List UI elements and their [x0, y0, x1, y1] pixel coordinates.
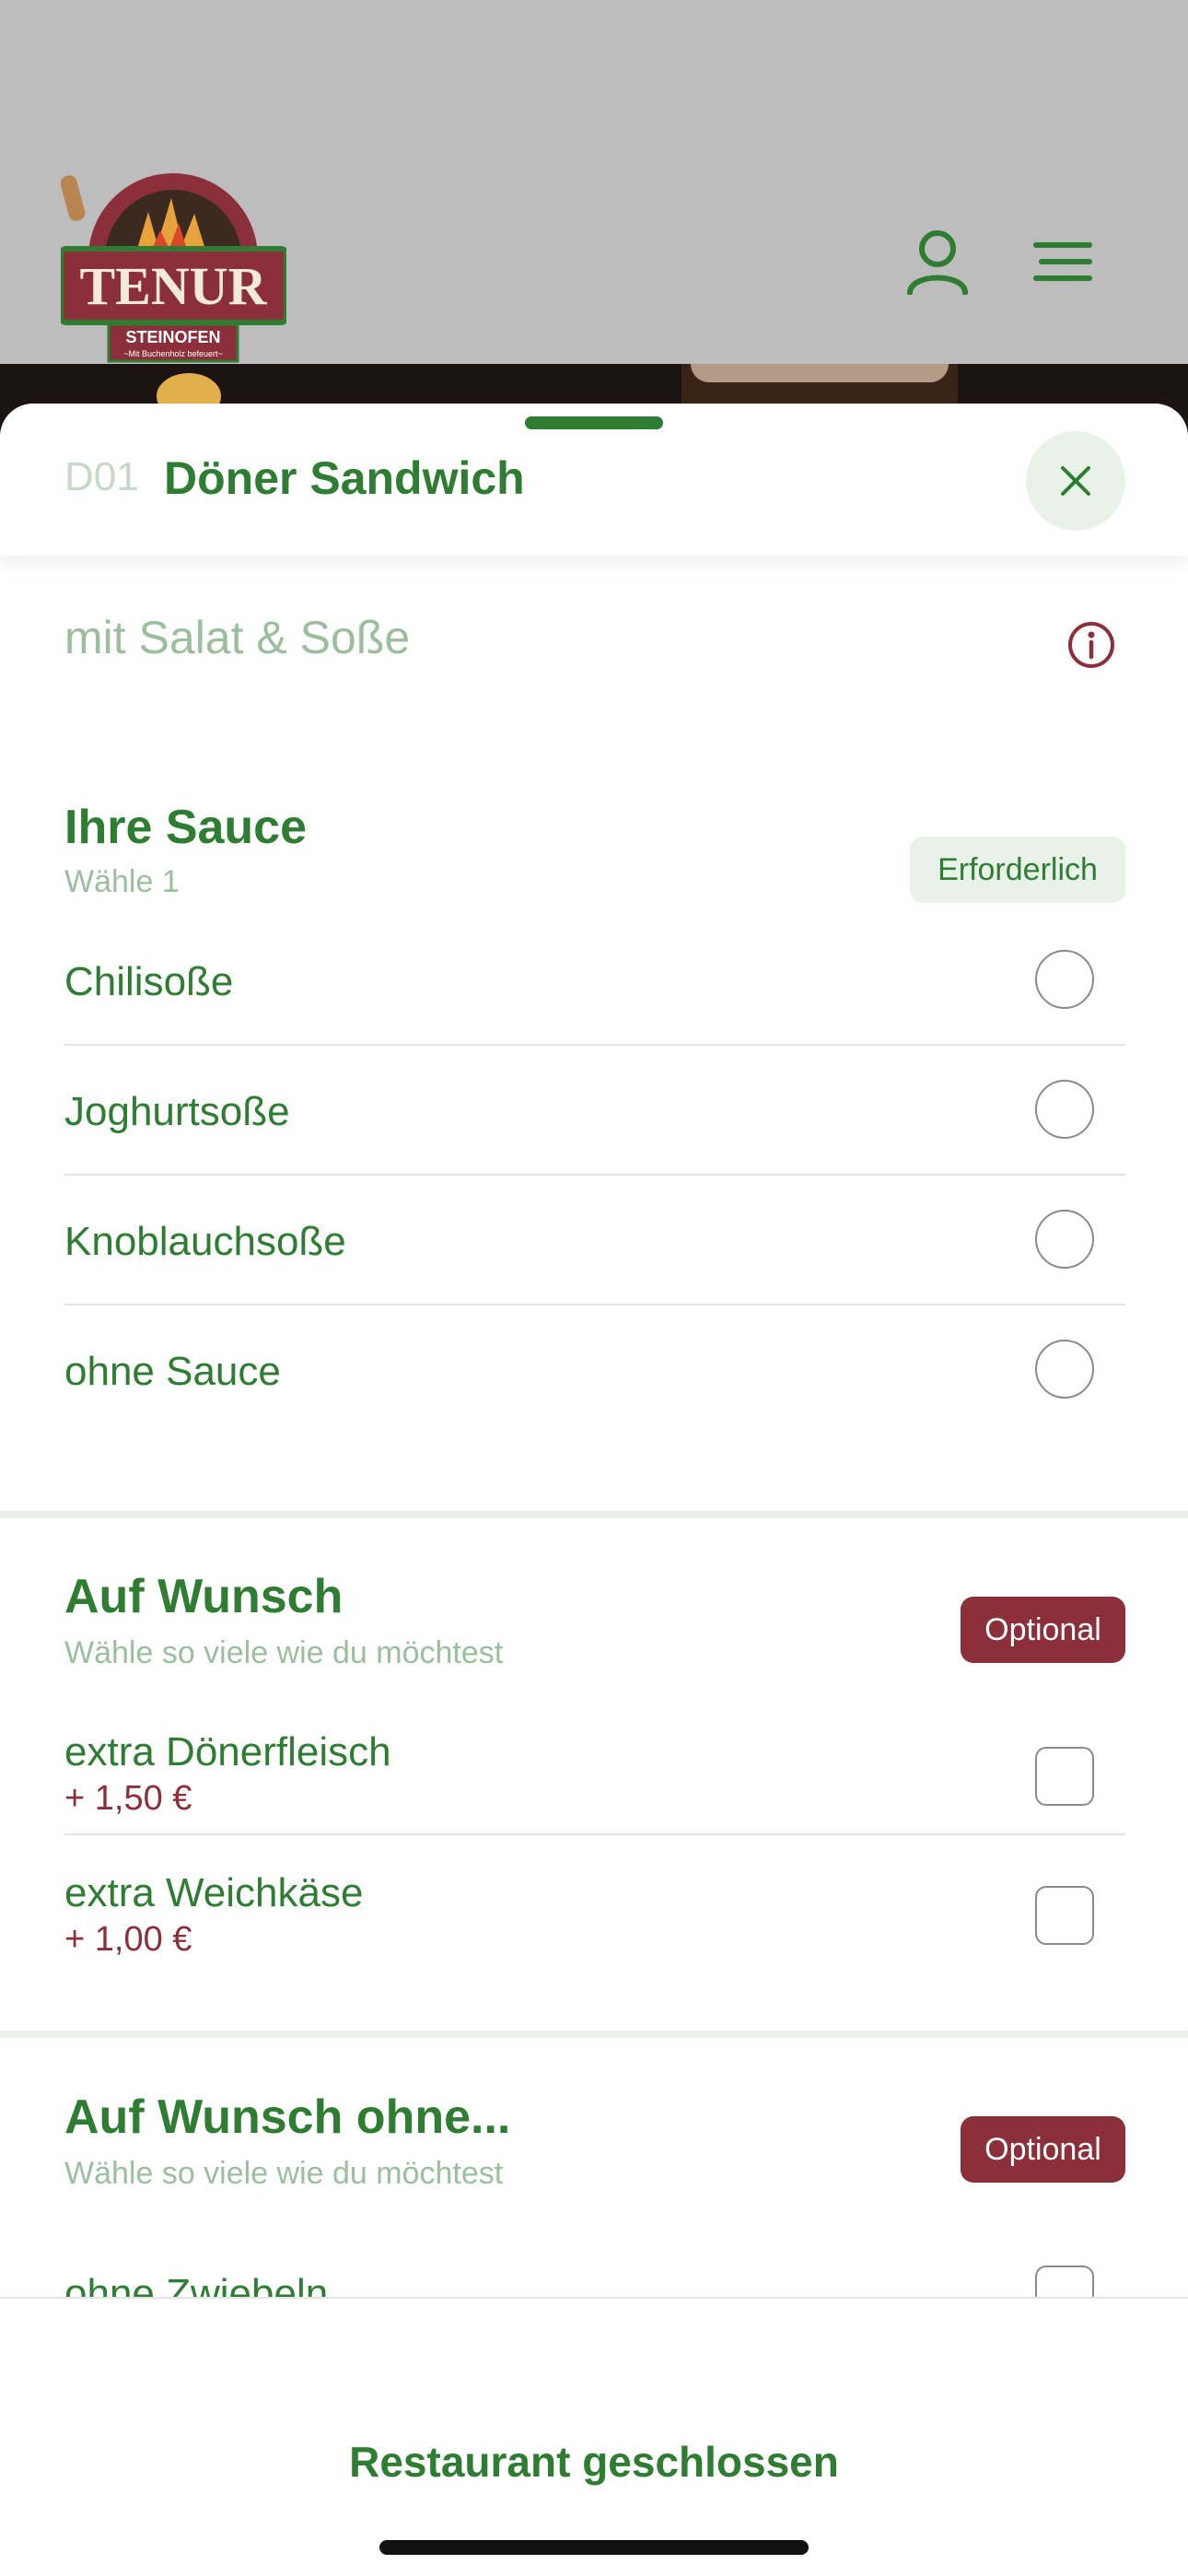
- item-description: mit Salat & Soße: [64, 612, 411, 663]
- logo-subtext: STEINOFEN: [125, 328, 220, 346]
- option-price: + 1,50 €: [64, 1779, 192, 1818]
- hamburger-menu-icon[interactable]: [1026, 225, 1100, 299]
- restaurant-closed-status: Restaurant geschlossen: [349, 2438, 839, 2486]
- product-sheet: D01 Döner Sandwich mit Salat & Soße Ihre…: [0, 404, 1188, 2576]
- option-row-extra-weichkaese[interactable]: extra Weichkäse + 1,00 €: [64, 1835, 1125, 1983]
- option-label: extra Dönerfleisch: [64, 1729, 391, 1774]
- radio-button[interactable]: [1035, 1340, 1094, 1399]
- user-icon[interactable]: [901, 225, 974, 299]
- option-row-joghurtsosse[interactable]: Joghurtsoße: [64, 1046, 1125, 1176]
- logo-text: TENUR: [79, 256, 267, 316]
- sheet-content[interactable]: mit Salat & Soße Ihre Sauce Wähle 1 Erfo…: [0, 556, 1188, 2297]
- drink-foam-detail: [691, 364, 949, 382]
- restaurant-logo[interactable]: TENUR STEINOFEN ~Mit Buchenholz befeuert…: [58, 157, 289, 364]
- optional-badge: Optional: [961, 1597, 1125, 1663]
- radio-button[interactable]: [1035, 1210, 1094, 1269]
- section-divider: [0, 2031, 1188, 2038]
- item-code: D01: [64, 454, 139, 499]
- logo-graphic: TENUR STEINOFEN ~Mit Buchenholz befeuert…: [58, 173, 289, 363]
- section-title-sauce: Ihre Sauce: [64, 801, 308, 854]
- option-row-knoblauchsosse[interactable]: Knoblauchsoße: [64, 1176, 1125, 1306]
- option-label: Joghurtsoße: [64, 1089, 290, 1134]
- required-badge: Erforderlich: [910, 837, 1125, 903]
- section-divider: [0, 1511, 1188, 1518]
- section-subtitle-auf-wunsch: Wähle so viele wie du möchtest: [64, 1635, 504, 1670]
- sheet-grabber-handle[interactable]: [525, 416, 663, 429]
- close-button[interactable]: [1026, 431, 1125, 531]
- option-label: ohne Sauce: [64, 1349, 281, 1394]
- sheet-header: D01 Döner Sandwich: [0, 404, 1188, 556]
- info-icon[interactable]: [1066, 620, 1116, 670]
- option-row-ohne-sauce[interactable]: ohne Sauce: [64, 1306, 1125, 1434]
- close-icon: [1061, 466, 1090, 496]
- section-title-auf-wunsch-ohne: Auf Wunsch ohne...: [64, 2090, 511, 2144]
- section-subtitle-auf-wunsch-ohne: Wähle so viele wie du möchtest: [64, 2156, 504, 2191]
- option-row-chilisosse[interactable]: Chilisoße: [64, 915, 1125, 1046]
- section-subtitle-sauce: Wähle 1: [64, 864, 180, 899]
- logo-tagline: ~Mit Buchenholz befeuert~: [123, 349, 223, 358]
- option-label: Knoblauchsoße: [64, 1219, 346, 1264]
- item-title: Döner Sandwich: [164, 452, 525, 504]
- option-row-extra-doenerfleisch[interactable]: extra Dönerfleisch + 1,50 €: [64, 1689, 1125, 1835]
- optional-badge: Optional: [961, 2116, 1125, 2183]
- radio-button[interactable]: [1035, 1080, 1094, 1139]
- option-label: ohne Zwiebeln: [64, 2271, 329, 2297]
- option-label: extra Weichkäse: [64, 1870, 364, 1915]
- option-row-ohne-zwiebeln[interactable]: ohne Zwiebeln: [64, 2205, 1125, 2297]
- footer-bar: Restaurant geschlossen: [0, 2297, 1188, 2576]
- option-price: + 1,00 €: [64, 1920, 192, 1959]
- home-indicator[interactable]: [379, 2540, 809, 2555]
- option-label: Chilisoße: [64, 959, 234, 1004]
- section-title-auf-wunsch: Auf Wunsch: [64, 1570, 344, 1623]
- checkbox[interactable]: [1035, 2266, 1094, 2297]
- radio-button[interactable]: [1035, 950, 1094, 1009]
- checkbox[interactable]: [1035, 1747, 1094, 1806]
- checkbox[interactable]: [1035, 1886, 1094, 1945]
